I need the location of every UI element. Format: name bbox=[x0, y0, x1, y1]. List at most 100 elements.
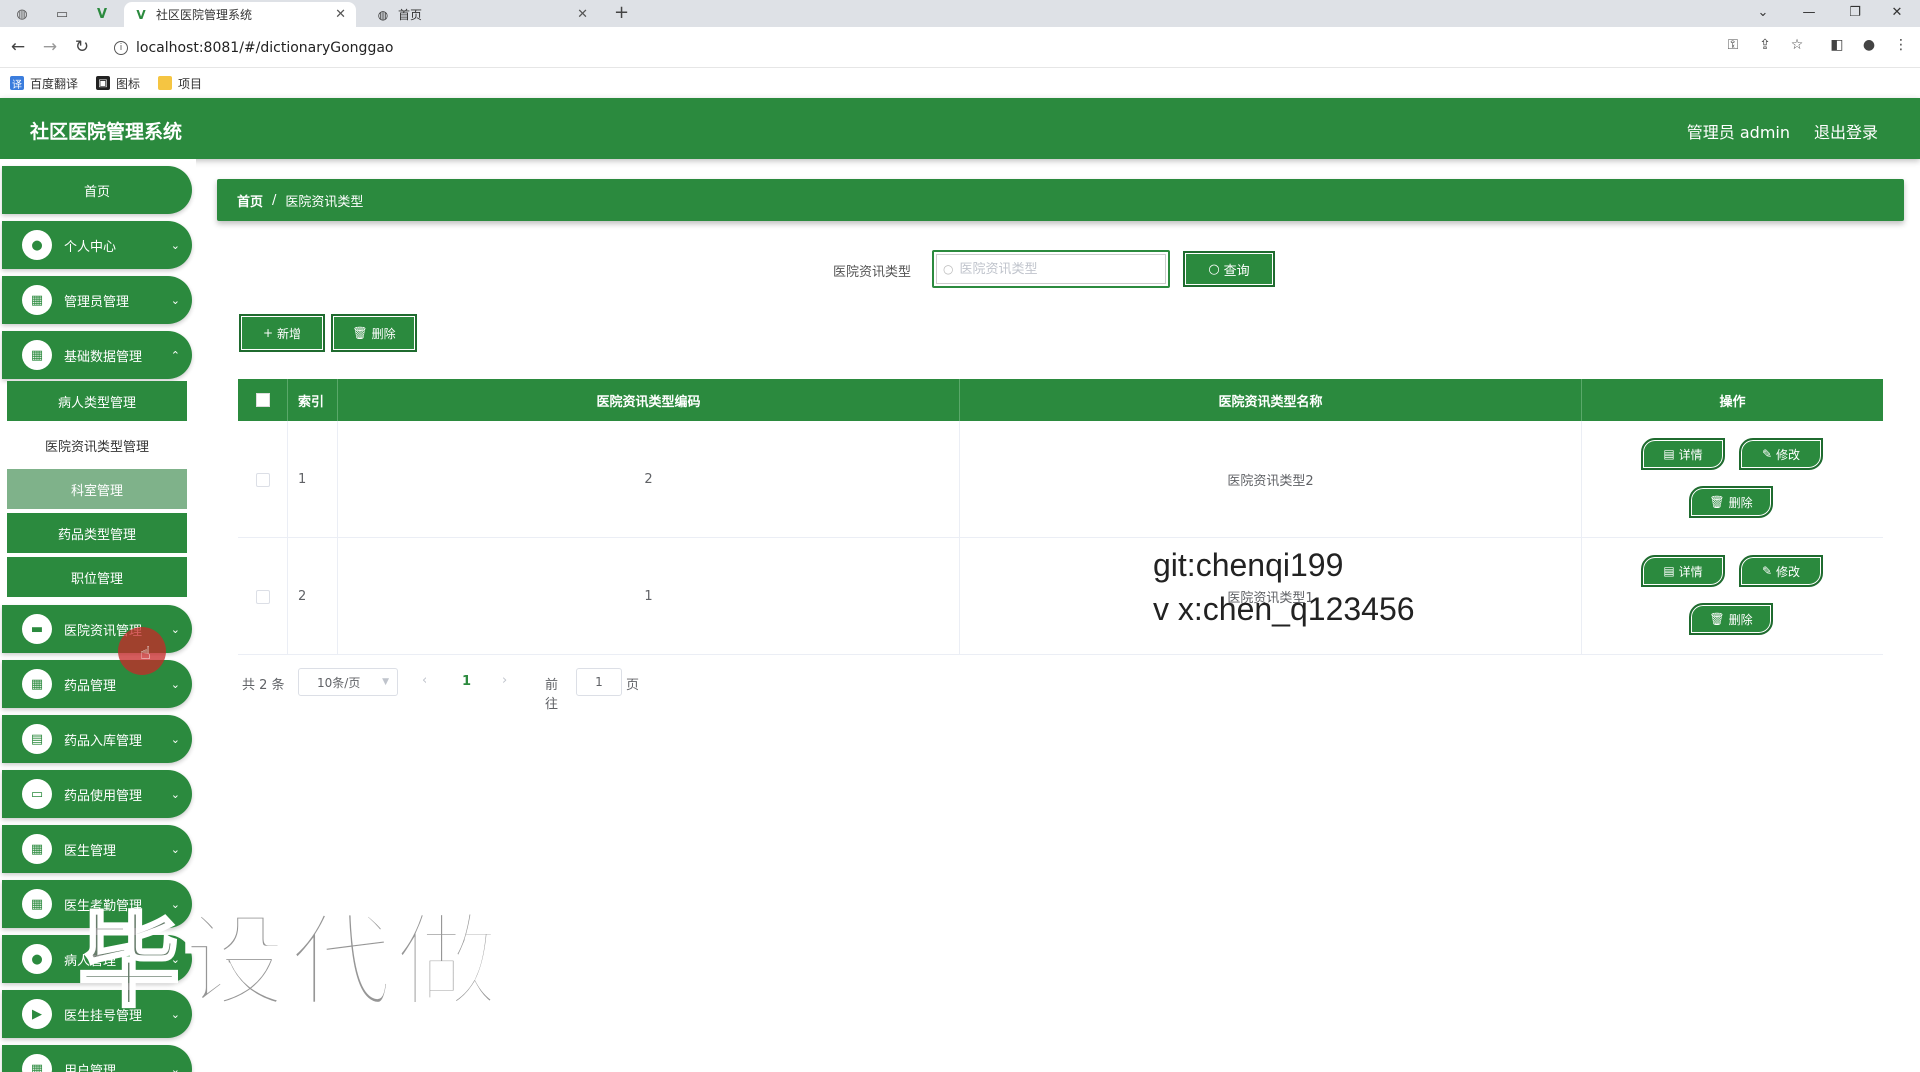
submenu-item-drug-type[interactable]: 药品类型管理 bbox=[7, 513, 187, 553]
close-icon[interactable]: ✕ bbox=[335, 7, 346, 22]
page-size-value: 10条/页 bbox=[317, 675, 361, 690]
watermark-line: git:chenqi199 bbox=[1153, 547, 1344, 583]
grid-icon: ▦ bbox=[22, 1054, 52, 1072]
row-checkbox[interactable] bbox=[255, 589, 270, 604]
sidebar-item-label: 药品入库管理 bbox=[64, 733, 143, 749]
bookmark-label: 项目 bbox=[178, 76, 203, 91]
browser-tab[interactable]: ◍ 首页 ✕ bbox=[366, 2, 598, 27]
vue-icon[interactable]: V bbox=[88, 3, 116, 25]
profile-icon[interactable]: ● bbox=[1858, 37, 1880, 53]
trash-icon: 🗑 bbox=[1709, 495, 1725, 509]
delete-label: 删除 bbox=[1728, 495, 1753, 510]
select-all-checkbox[interactable] bbox=[255, 393, 270, 407]
bookmark-item[interactable]: 译 百度翻译 bbox=[10, 75, 78, 92]
bookmark-label: 百度翻译 bbox=[30, 76, 79, 91]
window-close-button[interactable]: ✕ bbox=[1874, 2, 1920, 24]
restore-button[interactable]: ❐ bbox=[1832, 2, 1878, 24]
trash-icon: 🗑 bbox=[352, 326, 368, 340]
sidebar-item-home[interactable]: 首页 bbox=[2, 166, 192, 214]
close-icon[interactable]: ✕ bbox=[577, 7, 588, 22]
pagination-total: 共 2 条 bbox=[242, 678, 285, 693]
submenu-item-position[interactable]: 职位管理 bbox=[7, 557, 187, 597]
bookmark-item[interactable]: 项目 bbox=[158, 75, 202, 92]
forward-icon[interactable]: → bbox=[38, 36, 62, 58]
grid-icon: ▦ bbox=[22, 285, 52, 315]
share-icon[interactable]: ⇪ bbox=[1754, 37, 1776, 53]
new-tab-button[interactable]: + bbox=[614, 3, 629, 23]
search-input[interactable] bbox=[959, 261, 1130, 277]
sidebar-item-drug-usage[interactable]: ▭ 药品使用管理 ⌄ bbox=[2, 770, 192, 818]
sidebar-item-drug-stock[interactable]: ▤ 药品入库管理 ⌄ bbox=[2, 715, 192, 763]
submenu-item-news-type[interactable]: 医院资讯类型管理 bbox=[7, 425, 187, 465]
detail-button[interactable]: ▤ 详情 bbox=[1641, 555, 1725, 587]
page-number[interactable]: 1 bbox=[462, 674, 471, 689]
key-icon[interactable]: ⚿ bbox=[1722, 37, 1744, 53]
sidebar-item-user[interactable]: ▦ 用户管理 ⌄ bbox=[2, 1045, 192, 1072]
breadcrumb-home[interactable]: 首页 bbox=[237, 191, 263, 210]
document-icon: ▤ bbox=[1663, 564, 1675, 578]
sidebar-item-label: 基础数据管理 bbox=[64, 349, 143, 365]
watermark-line: v x:chen_q123456 bbox=[1153, 591, 1415, 627]
reload-icon[interactable]: ↻ bbox=[70, 36, 94, 58]
grid-icon: ▦ bbox=[22, 669, 52, 699]
delete-button[interactable]: 🗑 删除 bbox=[1689, 603, 1773, 635]
breadcrumb: 首页 / 医院资讯类型 bbox=[217, 179, 1904, 221]
delete-button-label: 删除 bbox=[371, 326, 396, 341]
menu-dots-icon[interactable]: ⋮ bbox=[1890, 37, 1912, 53]
app-title: 社区医院管理系统 bbox=[30, 121, 183, 143]
sidebar-item-admin-management[interactable]: ▦ 管理员管理 ⌄ bbox=[2, 276, 192, 324]
sidepanel-icon[interactable]: ◧ bbox=[1826, 37, 1848, 53]
image-icon: ▣ bbox=[96, 76, 111, 90]
cell-index: 1 bbox=[288, 421, 338, 538]
sidebar-item-label: 医生管理 bbox=[64, 843, 117, 859]
app-header: 社区医院管理系统 管理员 admin 退出登录 bbox=[0, 98, 1920, 159]
prev-page-button[interactable]: ‹ bbox=[422, 673, 427, 688]
next-page-button[interactable]: › bbox=[502, 673, 507, 688]
page-size-select[interactable]: 10条/页 ▼ bbox=[298, 668, 398, 696]
minimize-button[interactable]: — bbox=[1786, 2, 1832, 24]
trash-icon: 🗑 bbox=[1709, 612, 1725, 626]
submenu-item-label: 病人类型管理 bbox=[57, 395, 136, 411]
query-button[interactable]: ○ 查询 bbox=[1183, 251, 1275, 287]
sidebar-item-label: 用户管理 bbox=[64, 1063, 117, 1072]
bookmark-item[interactable]: ▣ 图标 bbox=[96, 75, 140, 92]
browser-tab-active[interactable]: V 社区医院管理系统 ✕ bbox=[124, 2, 356, 27]
logout-link[interactable]: 退出登录 bbox=[1814, 119, 1878, 143]
submenu-item-patient-type[interactable]: 病人类型管理 bbox=[7, 381, 187, 421]
url-field[interactable]: i localhost:8081/#/dictionaryGonggao bbox=[102, 33, 1702, 63]
sidebar-item-basic-data[interactable]: ▦ 基础数据管理 ⌃ bbox=[2, 331, 192, 379]
sidebar-item-drug[interactable]: ▦ 药品管理 ⌄ bbox=[2, 660, 192, 708]
delete-button[interactable]: 🗑 删除 bbox=[1689, 486, 1773, 518]
watermark-big: 毕设代做 bbox=[77, 902, 502, 1024]
submenu-item-department[interactable]: 科室管理 bbox=[7, 469, 187, 509]
blank-tab-icon[interactable]: ▭ bbox=[48, 3, 76, 25]
add-button[interactable]: + 新增 bbox=[239, 314, 325, 352]
back-icon[interactable]: ← bbox=[6, 36, 30, 58]
goto-page-input[interactable]: 1 bbox=[576, 668, 622, 696]
tab-search-chevron-icon[interactable]: ⌄ bbox=[1740, 2, 1786, 24]
column-header-name: 医院资讯类型名称 bbox=[960, 379, 1582, 421]
chevron-down-icon: ⌄ bbox=[170, 842, 180, 856]
sidebar-item-doctor[interactable]: ▦ 医生管理 ⌄ bbox=[2, 825, 192, 873]
info-icon[interactable]: i bbox=[114, 41, 128, 55]
select-all-cell bbox=[238, 379, 288, 421]
sidebar-item-label: 个人中心 bbox=[64, 239, 117, 255]
row-select-cell bbox=[238, 421, 288, 538]
batch-delete-button[interactable]: 🗑 删除 bbox=[331, 314, 417, 352]
chevron-down-icon: ⌄ bbox=[170, 622, 180, 636]
detail-button[interactable]: ▤ 详情 bbox=[1641, 438, 1725, 470]
edit-button[interactable]: ✎ 修改 bbox=[1739, 438, 1823, 470]
table-row: 2 1 医院资讯类型1 ▤ 详情 ✎ 修改 🗑 删除 bbox=[238, 538, 1883, 655]
document-icon: ▤ bbox=[1663, 447, 1675, 461]
tab-title: 首页 bbox=[398, 8, 423, 22]
translate-icon: 译 bbox=[10, 76, 24, 91]
edit-button[interactable]: ✎ 修改 bbox=[1739, 555, 1823, 587]
cell-index: 2 bbox=[288, 538, 338, 655]
grid-icon: ▦ bbox=[22, 834, 52, 864]
star-icon[interactable]: ☆ bbox=[1786, 37, 1808, 53]
chevron-down-icon: ⌄ bbox=[170, 787, 180, 801]
search-field: ○ bbox=[932, 250, 1170, 288]
sidebar-item-personal-center[interactable]: ● 个人中心 ⌄ bbox=[2, 221, 192, 269]
globe-icon[interactable]: ◍ bbox=[8, 3, 36, 25]
row-checkbox[interactable] bbox=[255, 472, 270, 487]
